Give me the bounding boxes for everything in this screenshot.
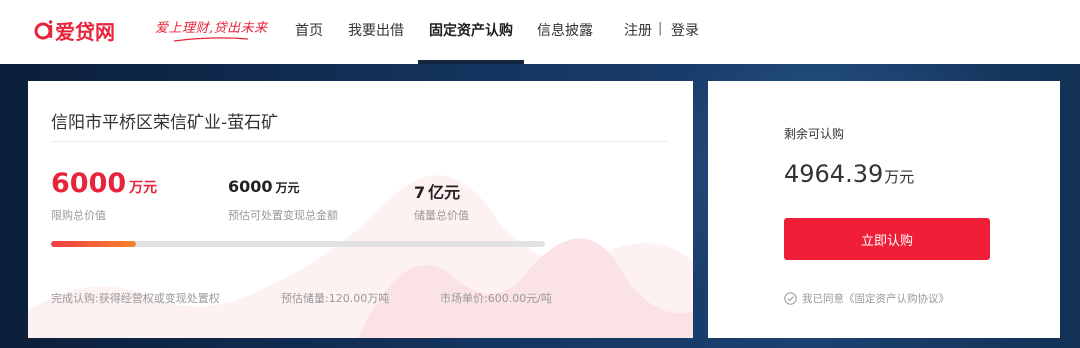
remaining-amount: 4964.39万元 [784,160,914,188]
limit-value-unit: 万元 [129,180,158,196]
slogan: 爱上理财,贷出未来 [155,21,268,36]
project-card: 信阳市平桥区荣信矿业-萤石矿 6000 万元 限购总价值 6000 万元 预估可处置… [28,81,693,338]
check-circle-icon[interactable] [784,292,797,305]
stat-estimated-value: 6000 万元 [228,177,300,196]
agreement-checkbox[interactable]: 我已同意《固定资产认购协议》 [784,291,949,306]
logo-text: 爱贷网 [55,19,115,44]
site-logo[interactable]: 爱贷网 [34,13,115,47]
stat-limit-value: 6000 万元 [51,168,157,199]
ai-logo-icon [34,20,53,40]
remaining-unit: 万元 [884,168,915,186]
subscribe-card: 剩余可认购 4964.39万元 立即认购 我已同意《固定资产认购协议》 [708,81,1060,338]
slogan-swoosh [173,37,249,42]
market-unit-price: 市场单价:600.00元/吨 [440,292,552,305]
login-link[interactable]: 登录 [671,20,699,40]
estimated-reserve: 预估储量:120.00万吨 [281,292,390,305]
estimated-value-unit: 万元 [275,181,300,195]
nav-item-lend[interactable]: 我要出借 [348,20,404,40]
completion-note: 完成认购:获得经营权或变现处置权 [51,292,220,305]
subscription-progress-fill [51,241,137,247]
estimated-value-label: 预估可处置变现总金额 [228,209,338,222]
nav-item-disclosure[interactable]: 信息披露 [537,20,593,40]
limit-value-number: 6000 [51,168,127,199]
agreement-text: 我已同意《固定资产认购协议》 [802,293,949,305]
reserve-value-unit: 亿元 [428,183,461,202]
auth-separator: | [658,21,663,36]
remaining-number: 4964.39 [784,160,884,188]
project-title: 信阳市平桥区荣信矿业-萤石矿 [51,113,279,133]
remaining-label: 剩余可认购 [784,127,845,141]
nav-item-fixed-assets[interactable]: 固定资产认购 [429,20,513,40]
subscribe-now-button[interactable]: 立即认购 [784,218,990,260]
reserve-value-number: 7 [414,183,426,202]
nav-item-home[interactable]: 首页 [295,20,323,40]
stat-reserve-value: 7 亿元 [414,179,460,203]
limit-value-label: 限购总价值 [51,209,106,222]
title-divider [51,141,668,142]
top-header: 爱贷网 爱上理财,贷出未来 首页 我要出借 固定资产认购 信息披露 注册 | 登… [0,0,1080,64]
reserve-value-label: 储量总价值 [414,209,469,222]
subscription-progress-bar [51,241,545,247]
register-link[interactable]: 注册 [624,20,652,40]
estimated-value-number: 6000 [228,177,273,196]
